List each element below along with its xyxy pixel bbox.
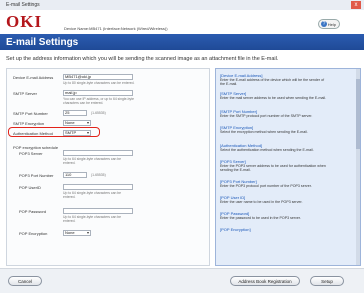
pop-encryption-value: None [65,230,75,235]
smtp-server-field[interactable]: mail.jp [63,90,133,96]
pop-server-label: POP3 Server [19,151,43,156]
smtp-encryption-value: None [65,120,75,125]
smtp-port-field[interactable]: 25 [63,110,87,116]
device-email-field[interactable]: MB471@oki.jp [63,74,133,80]
address-book-registration-button[interactable]: Address Book Registration [230,276,300,286]
pop-section-label: POP encryption schedule [13,145,59,150]
page-description: Set up the address information which you… [6,56,279,62]
device-email-label: Device E-mail Address [13,75,54,80]
brand-bar [0,10,364,34]
page-header: E-mail Settings [0,34,364,50]
smtp-server-note-2: characters can be entered. [63,101,104,105]
close-icon[interactable]: x [351,1,361,9]
pop-encryption-select[interactable]: None ▾ [63,230,91,236]
help-desc-3-0: Select the encryption method when sendin… [220,130,308,134]
help-label: Help [327,22,336,27]
help-desc-2-0: Enter the SMTP protocol port number of t… [220,114,313,118]
help-desc-0-1: the E-mail. [220,82,238,86]
help-desc-4-0: Select the authentication method when se… [220,148,314,152]
smtp-encryption-select[interactable]: None ▾ [63,120,91,126]
help-desc-7-0: Enter the user name to be used in the PO… [220,200,303,204]
pop-encryption-label: POP Encryption [19,231,48,236]
pop-port-note: (1-65535) [91,173,106,177]
smtp-encryption-label: SMTP Encryption [13,121,45,126]
scrollbar-thumb[interactable] [356,79,360,149]
pop-userid-label: POP UserID [19,185,41,190]
help-desc-6-0: Enter the POP3 protocol port number of t… [220,184,312,188]
help-desc-5-1: sending the E-mail. [220,168,251,172]
cancel-button[interactable]: Cancel [8,276,42,286]
settings-form: Device E-mail Address MB471@oki.jp Up to… [6,68,210,266]
pop-port-field[interactable]: 110 [63,172,87,178]
window-title: E-mail Settings [6,2,40,8]
smtp-port-label: SMTP Port Number [13,111,48,116]
pop-port-label: POP3 Port Number [19,173,54,178]
device-name: Device Name:MB471 (Interface:Network (Wi… [64,26,168,31]
smtp-server-label: SMTP Server [13,91,37,96]
help-scrollbar[interactable] [356,69,360,265]
pop-password-note-2: entered. [63,219,76,223]
smtp-port-note: (1-65535) [91,111,106,115]
chevron-down-icon: ▾ [86,230,89,235]
oki-logo: OKI [6,12,43,31]
page-title: E-mail Settings [6,37,79,48]
pop-password-label: POP Password [19,209,47,214]
help-desc-1-0: Enter the mail server address to be used… [220,96,327,100]
chevron-down-icon: ▾ [86,120,89,125]
pop-password-field[interactable] [63,208,133,214]
help-icon: ? [321,21,327,27]
pop-server-note-2: entered. [63,161,76,165]
pop-userid-field[interactable] [63,184,133,190]
help-panel: [Device E-mail Address] Enter the E-mail… [215,68,361,266]
help-desc-8-0: Enter the password to be used in the POP… [220,216,301,220]
device-email-note: Up to 80 single-byte characters can be e… [63,81,135,85]
setup-button[interactable]: Setup [310,276,344,286]
auth-method-highlight [8,127,100,137]
help-title-9: [POP Encryption] [220,227,251,232]
pop-server-field[interactable] [63,150,133,156]
pop-userid-note-2: entered. [63,195,76,199]
help-button[interactable]: ? Help [318,19,340,29]
